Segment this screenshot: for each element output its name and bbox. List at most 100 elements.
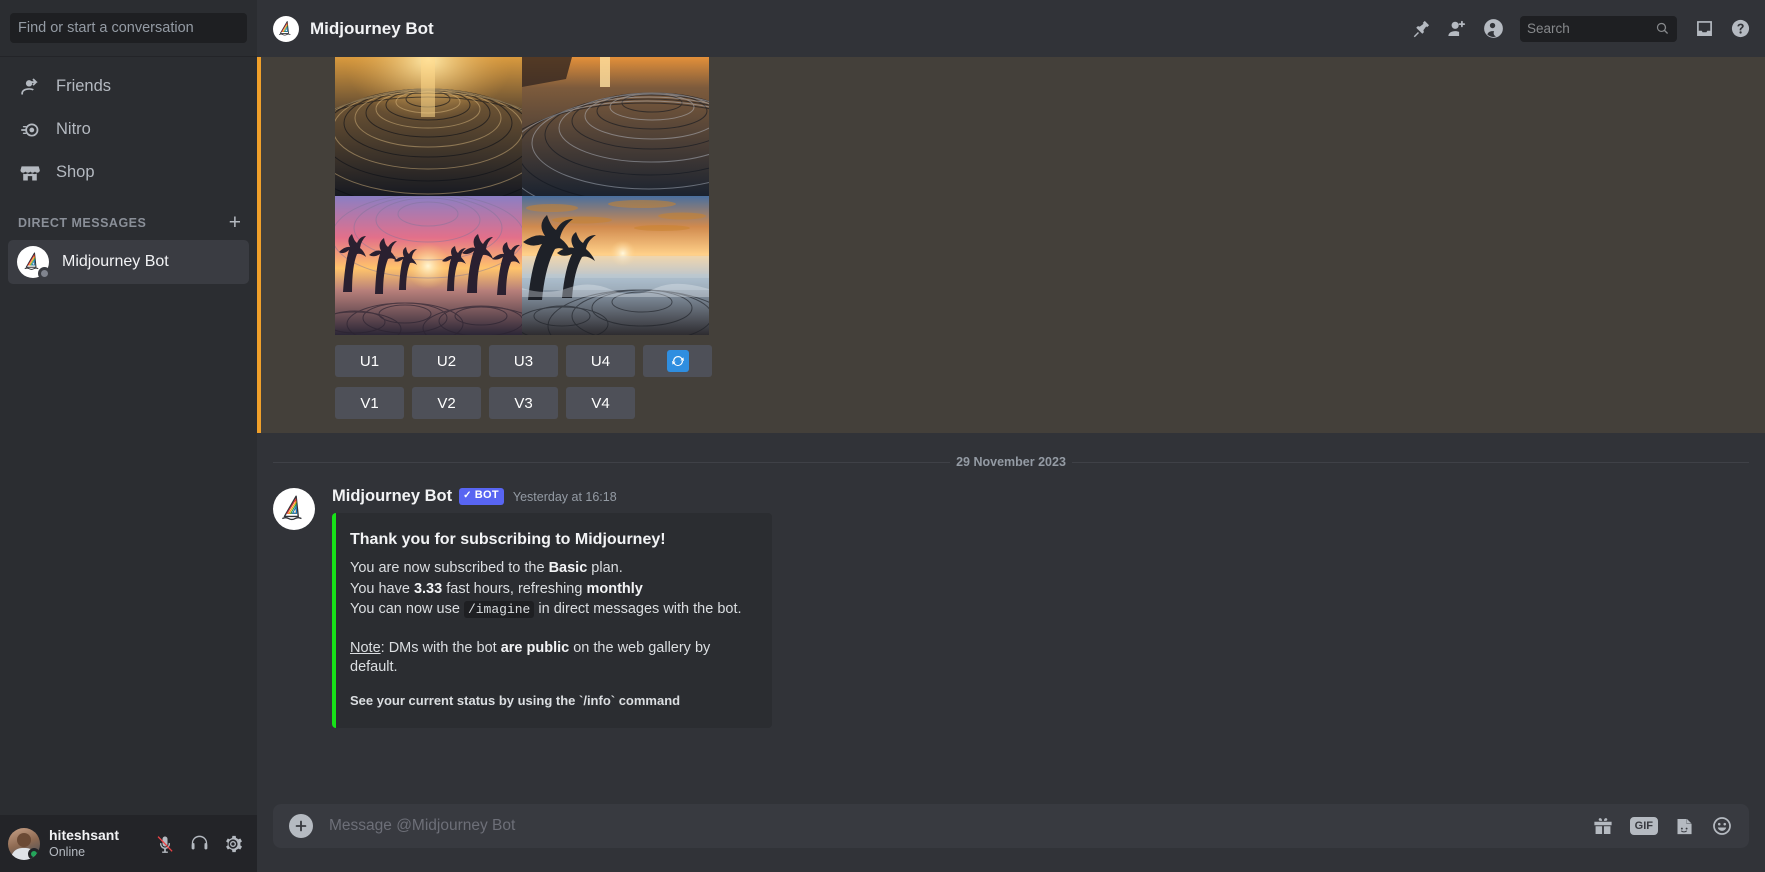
user-profile-icon[interactable] [1478,14,1508,44]
message-subscription: Midjourney Bot ✓ BOT Yesterday at 16:18 … [257,469,1765,728]
main-panel: Midjourney Bot Search U1 U2 U3 U4 V1 V2 … [257,0,1765,872]
message-author[interactable]: Midjourney Bot [332,487,452,506]
search-placeholder: Search [1527,21,1570,36]
sidebar-item-shop[interactable]: Shop [8,151,249,194]
embed-line-1-c: plan. [587,560,623,577]
button-v4[interactable]: V4 [566,387,635,419]
user-panel-controls [149,828,249,860]
channel-header: Midjourney Bot Search [257,0,1765,57]
button-v1[interactable]: V1 [335,387,404,419]
embed-line-3-a: You can now use [350,600,464,617]
avatar [273,15,299,42]
generated-image-1[interactable] [335,57,522,196]
friends-icon [18,75,42,99]
embed-note-bold: are public [500,640,570,657]
embed-plan-name: Basic [548,560,588,577]
user-status: Online [49,844,86,859]
embed-line-1: You are now subscribed to the Basic plan… [350,559,756,578]
composer-actions: GIF [1592,815,1733,837]
refresh-icon [666,350,689,372]
button-u2[interactable]: U2 [412,345,481,377]
embed-imagine-command: /imagine [463,600,535,618]
shop-icon [18,161,42,185]
dm-section-label: DIRECT MESSAGES [18,215,147,230]
dm-item-label: Midjourney Bot [62,253,169,270]
sidebar: Find or start a conversation Friends Nit… [0,0,257,872]
headset-icon[interactable] [183,828,215,860]
search-input[interactable]: Search [1520,15,1677,42]
avatar[interactable] [273,488,315,530]
dm-item-midjourney-bot[interactable]: Midjourney Bot [8,240,249,284]
embed-line-1-a: You are now subscribed to the [350,560,549,577]
sidebar-item-nitro[interactable]: Nitro [8,108,249,151]
verified-check-icon: ✓ [463,489,472,501]
embed-line-2-a: You have [350,580,414,597]
sidebar-item-label-shop: Shop [56,163,95,181]
gif-label: GIF [1629,816,1658,836]
generated-image-3[interactable] [335,196,522,335]
username: hiteshsant [49,826,120,843]
embed-note: Note: DMs with the bot are public on the… [350,639,756,678]
button-u1[interactable]: U1 [335,345,404,377]
sidebar-item-friends[interactable]: Friends [8,65,249,108]
generated-image-4[interactable] [522,196,709,335]
midjourney-sail-icon [278,20,291,36]
user-info: hiteshsant Online [49,827,149,860]
embed-line-3-c: in direct messages with the bot. [534,600,742,617]
button-u4[interactable]: U4 [566,345,635,377]
date-divider-label: 29 November 2023 [956,455,1066,469]
message-header: Midjourney Bot ✓ BOT Yesterday at 16:18 [332,487,1749,506]
sidebar-item-label-friends: Friends [56,77,112,95]
message-generation-highlighted: U1 U2 U3 U4 V1 V2 V3 V4 [257,57,1765,433]
help-icon[interactable] [1725,14,1755,44]
plus-circle-icon[interactable] [289,814,313,838]
status-indicator-online [28,847,40,860]
create-dm-button[interactable]: + [229,212,247,233]
embed-note-a: : DMs with the bot [380,640,501,657]
generated-image-2[interactable] [522,57,709,196]
button-v2[interactable]: V2 [412,387,481,419]
embed-fast-hours: 3.33 [413,580,443,597]
generated-image-grid[interactable] [335,57,709,335]
status-indicator [38,267,51,280]
message-list: U1 U2 U3 U4 V1 V2 V3 V4 29 November 2023… [257,57,1765,804]
embed-title: Thank you for subscribing to Midjourney! [350,531,666,548]
microphone-muted-icon[interactable] [149,828,181,860]
pin-icon[interactable] [1406,14,1436,44]
date-divider: 29 November 2023 [273,455,1750,469]
gear-icon[interactable] [217,828,249,860]
add-friend-icon[interactable] [1442,14,1472,44]
upscale-button-row: U1 U2 U3 U4 [335,345,1765,377]
message-embed: Thank you for subscribing to Midjourney!… [332,513,772,728]
page-title: Midjourney Bot [310,18,434,38]
message-composer[interactable]: Message @Midjourney Bot GIF [273,804,1749,848]
divider-line-right [1071,461,1750,463]
gift-icon[interactable] [1592,815,1614,837]
divider-line-left [273,461,951,463]
embed-line-3: You can now use /imagine in direct messa… [350,600,756,619]
status-badge-bot: ✓ BOT [459,488,504,505]
bot-tag-label: BOT [474,489,499,502]
nitro-icon [18,118,42,142]
embed-line-2-c: fast hours, refreshing [442,580,587,597]
message-input[interactable]: Message @Midjourney Bot [329,817,1592,835]
emoji-icon[interactable] [1711,815,1733,837]
inbox-icon[interactable] [1689,14,1719,44]
channel-header-actions: Search [1406,14,1755,44]
avatar [17,246,51,280]
message-timestamp: Yesterday at 16:18 [512,489,617,504]
gif-icon[interactable]: GIF [1629,816,1658,836]
embed-note-label: Note [350,640,381,657]
embed-line-2: You have 3.33 fast hours, refreshing mon… [350,580,756,599]
find-conversation-input[interactable]: Find or start a conversation [10,13,247,43]
button-u3[interactable]: U3 [489,345,558,377]
button-v3[interactable]: V3 [489,387,558,419]
sticker-icon[interactable] [1674,816,1695,837]
search-icon [1656,22,1669,34]
user-panel: hiteshsant Online [0,815,257,872]
embed-refresh-period: monthly [586,580,643,597]
avatar[interactable] [8,827,40,860]
sidebar-nav: Friends Nitro Shop [0,57,257,194]
embed-footer: See your current status by using the `/i… [350,692,681,708]
button-reroll[interactable] [643,345,712,377]
